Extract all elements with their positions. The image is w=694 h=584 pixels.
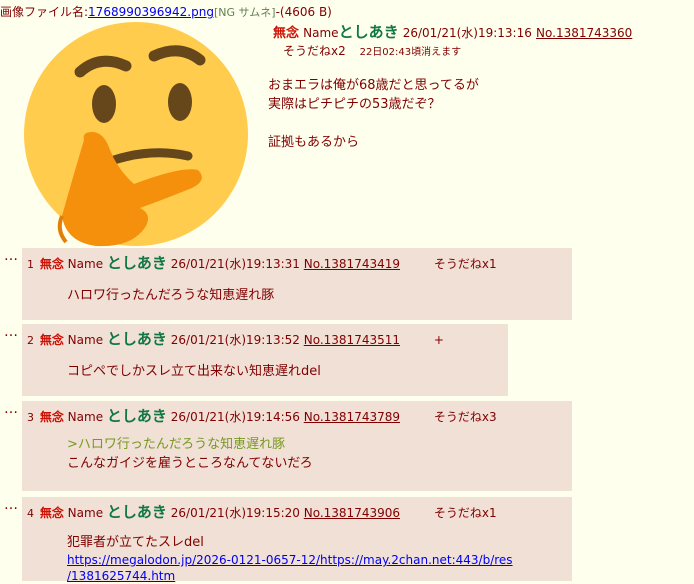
op-body: おまエラは俺が68歳だと思ってるが 実際はピチピチの53歳だぞ？ 証拠もあるから (268, 76, 479, 152)
reply-name-label: Name (67, 257, 104, 271)
op-datetime: 26/01/21(水)19:13:16 (402, 26, 532, 40)
reply-marker: … (4, 497, 18, 513)
reply-name-label: Name (67, 333, 104, 347)
op-post-number[interactable]: No.1381743360 (536, 26, 632, 40)
reply-index: 1 (27, 258, 34, 271)
archive-link-continued[interactable]: /1381625744.htm (67, 568, 513, 584)
reply-post-number[interactable]: No.1381743906 (304, 506, 400, 520)
reply-subject: 無念 (39, 410, 64, 424)
reply-header: 1 無念 Name としあき 26/01/21(水)19:13:31 No.13… (27, 252, 497, 273)
reply-post: 1 無念 Name としあき 26/01/21(水)19:13:31 No.13… (22, 248, 572, 320)
reply-sodane[interactable]: そうだねx1 (434, 506, 497, 520)
reply-name-label: Name (67, 410, 104, 424)
reply-header: 3 無念 Name としあき 26/01/21(水)19:14:56 No.13… (27, 405, 497, 426)
reply-line: ハロワ行ったんだろうな知恵遅れ豚 (67, 288, 275, 303)
left-eye (92, 85, 116, 123)
op-subject: 無念 (273, 26, 300, 41)
reply-quote-line: >ハロワ行ったんだろうな知恵遅れ豚 (67, 437, 286, 452)
op-header: 無念 Nameとしあき 26/01/21(水)19:13:16 No.13817… (273, 21, 632, 42)
reply-post-number[interactable]: No.1381743419 (304, 257, 400, 271)
op-name-label: Name (303, 26, 339, 40)
reply-post: 4 無念 Name としあき 26/01/21(水)19:15:20 No.13… (22, 497, 572, 584)
reply-datetime: 26/01/21(水)19:15:20 (170, 506, 300, 520)
reply-name: としあき (106, 407, 167, 425)
op-name: としあき (338, 23, 399, 41)
reply-marker: … (4, 248, 18, 264)
reply-name: としあき (106, 330, 167, 348)
reply-datetime: 26/01/21(水)19:13:52 (170, 333, 300, 347)
reply-name: としあき (106, 254, 167, 272)
reply-body: >ハロワ行ったんだろうな知恵遅れ豚 こんなガイジを雇うところなんてないだろ (67, 435, 313, 473)
reply-header: 4 無念 Name としあき 26/01/21(水)19:15:20 No.13… (27, 501, 497, 522)
reply-post-number[interactable]: No.1381743789 (304, 410, 400, 424)
op-body-line (268, 114, 479, 133)
reply-subject: 無念 (39, 257, 64, 271)
op-body-line: 実際はピチピチの53歳だぞ？ (268, 97, 441, 112)
reply-sodane[interactable]: そうだねx3 (434, 410, 497, 424)
reply-header: 2 無念 Name としあき 26/01/21(水)19:13:52 No.13… (27, 328, 444, 349)
reply-sodane[interactable]: そうだねx1 (434, 257, 497, 271)
op-delete-time: 22日02:43頃消えます (359, 47, 462, 58)
reply-body: ハロワ行ったんだろうな知恵遅れ豚 (67, 286, 274, 305)
file-size: -(4606 B) (275, 5, 332, 19)
thinking-face-thumbnail[interactable] (22, 20, 250, 248)
reply-line: 犯罪者が立てたスレdel (67, 535, 204, 550)
reply-index: 4 (27, 507, 34, 520)
reply-index: 3 (27, 411, 34, 424)
archive-link[interactable]: https://megalodon.jp/2026-0121-0657-12/h… (67, 552, 513, 568)
reply-post: 2 無念 Name としあき 26/01/21(水)19:13:52 No.13… (22, 324, 508, 396)
op-body-line: 証拠もあるから (268, 135, 360, 150)
reply-name: としあき (106, 503, 167, 521)
op-sodane[interactable]: そうだねx2 (283, 44, 346, 58)
reply-index: 2 (27, 334, 34, 347)
reply-body: コピペでしかスレ立て出来ない知恵遅れdel (67, 362, 321, 381)
reply-marker: … (4, 324, 18, 340)
reply-post: 3 無念 Name としあき 26/01/21(水)19:14:56 No.13… (22, 401, 572, 491)
file-info: 画像ファイル名:1768990396942.png[NG サムネ]-(4606 … (0, 3, 332, 20)
op-body-line: おまエラは俺が68歳だと思ってるが (268, 78, 479, 93)
reply-subject: 無念 (39, 333, 64, 347)
reply-line: コピペでしかスレ立て出来ない知恵遅れdel (67, 364, 321, 379)
reply-sodane-plus[interactable]: + (434, 333, 444, 347)
right-eye (168, 83, 192, 121)
reply-name-label: Name (67, 506, 104, 520)
file-link[interactable]: 1768990396942.png (88, 5, 214, 19)
file-label: 画像ファイル名: (0, 5, 89, 19)
reply-datetime: 26/01/21(水)19:14:56 (170, 410, 300, 424)
op-subline: そうだねx2 22日02:43頃消えます (283, 42, 461, 59)
reply-body: 犯罪者が立てたスレdel https://megalodon.jp/2026-0… (67, 533, 513, 584)
reply-datetime: 26/01/21(水)19:13:31 (170, 257, 300, 271)
reply-post-number[interactable]: No.1381743511 (304, 333, 400, 347)
ng-thumb-link[interactable]: [NG サムネ] (214, 6, 276, 19)
reply-marker: … (4, 401, 18, 417)
reply-subject: 無念 (39, 506, 64, 520)
reply-line: こんなガイジを雇うところなんてないだろ (67, 456, 313, 471)
